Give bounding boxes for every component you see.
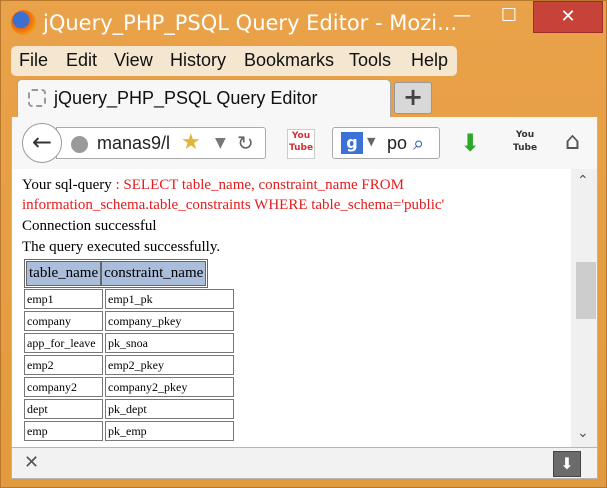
title-bar: jQuery_PHP_PSQL Query Editor - Mozi... —… (1, 1, 606, 45)
star-icon[interactable]: ★ (181, 130, 201, 155)
table-cell: emp (24, 421, 103, 441)
table-row: emp pk_emp (24, 421, 234, 441)
query-text-1: SELECT table_name, constraint_name FROM (123, 177, 404, 193)
table-cell: company2_pkey (105, 377, 234, 397)
google-icon[interactable]: g (341, 132, 363, 154)
search-engine-dropdown-icon[interactable]: ▼ (367, 135, 375, 148)
menu-bookmarks[interactable]: Bookmarks (244, 50, 334, 71)
window-title: jQuery_PHP_PSQL Query Editor - Mozi... (43, 11, 458, 35)
menu-file[interactable]: File (19, 50, 48, 71)
menu-history[interactable]: History (170, 50, 226, 71)
query-text-2: information_schema.table_constraints WHE… (22, 197, 445, 213)
table-cell: company (24, 311, 103, 331)
table-cell: emp2_pkey (105, 355, 234, 375)
close-window-button[interactable]: ✕ (533, 1, 603, 33)
table-cell: company_pkey (105, 311, 234, 331)
execution-status: The query executed successfully. (22, 239, 221, 255)
reload-icon[interactable]: ↻ (237, 131, 254, 155)
result-table: emp1 emp1_pk company company_pkey app_for_… (24, 289, 234, 443)
table-cell: pk_dept (105, 399, 234, 419)
tab-title: jQuery_PHP_PSQL Query Editor (54, 88, 318, 108)
table-row: emp2 emp2_pkey (24, 355, 234, 375)
query-separator: : (111, 177, 124, 193)
search-icon[interactable]: ⌕ (413, 131, 424, 155)
menu-edit[interactable]: Edit (66, 50, 97, 71)
back-arrow-icon[interactable]: ← (22, 123, 62, 163)
firefox-logo-icon (11, 10, 36, 35)
vertical-scrollbar[interactable]: ⌃ ⌄ (571, 169, 597, 447)
scroll-down-icon[interactable]: ⌄ (577, 425, 589, 442)
table-cell: pk_emp (105, 421, 234, 441)
youtube-icon[interactable]: You Tube (512, 129, 538, 155)
globe-icon (71, 136, 88, 153)
download-icon[interactable]: ⬇ (460, 129, 480, 157)
url-bar[interactable]: manas9/l ★ ▼ ↻ (56, 127, 266, 159)
table-row: company company_pkey (24, 311, 234, 331)
menu-help[interactable]: Help (411, 50, 448, 71)
column-header-constraint-name: constraint_name (101, 261, 207, 286)
query-label: Your sql-query (22, 177, 112, 193)
search-input[interactable]: po (387, 133, 407, 154)
connection-status: Connection successful (22, 218, 157, 234)
scrollbar-thumb[interactable] (576, 262, 596, 319)
table-cell: company2 (24, 377, 103, 397)
tab-strip: jQuery_PHP_PSQL Query Editor + (1, 79, 606, 117)
menu-bar: File Edit View History Bookmarks Tools H… (11, 46, 457, 76)
url-text[interactable]: manas9/l (97, 133, 172, 154)
table-cell: emp2 (24, 355, 103, 375)
bottom-bar: ✕ ⬇ (11, 447, 598, 479)
query-line-1: Your sql-query : SELECT table_name, cons… (22, 177, 404, 194)
table-row: company2 company2_pkey (24, 377, 234, 397)
new-tab-button[interactable]: + (394, 82, 432, 114)
table-cell: emp1 (24, 289, 103, 309)
menu-view[interactable]: View (114, 50, 153, 71)
download-arrow-icon[interactable]: ⬇ (553, 451, 581, 477)
table-cell: pk_snoa (105, 333, 234, 353)
url-dropdown-icon[interactable]: ▼ (215, 135, 226, 151)
table-cell: app_for_leave (24, 333, 103, 353)
table-cell: emp1_pk (105, 289, 234, 309)
youtube-icon[interactable]: You Tube (287, 129, 315, 159)
page-favicon-icon (28, 89, 46, 107)
column-header-table-name: table_name (26, 261, 102, 286)
table-row: dept pk_dept (24, 399, 234, 419)
maximize-button[interactable]: ☐ (486, 1, 532, 33)
minimize-button[interactable]: — (439, 1, 485, 33)
close-icon[interactable]: ✕ (24, 452, 39, 473)
scroll-up-icon[interactable]: ⌃ (577, 173, 589, 190)
table-row: emp1 emp1_pk (24, 289, 234, 309)
menu-tools[interactable]: Tools (349, 50, 391, 71)
home-icon[interactable]: ⌂ (565, 127, 580, 155)
search-box[interactable]: g ▼ po ⌕ (332, 127, 440, 159)
browser-window: jQuery_PHP_PSQL Query Editor - Mozi... —… (0, 0, 607, 488)
table-cell: dept (24, 399, 103, 419)
tab-query-editor[interactable]: jQuery_PHP_PSQL Query Editor (17, 79, 391, 117)
page-content: Your sql-query : SELECT table_name, cons… (11, 169, 598, 447)
navigation-toolbar: manas9/l ★ ▼ ↻ ← You Tube g ▼ po ⌕ ⬇ You… (11, 117, 598, 169)
result-table-header: table_name constraint_name (24, 259, 209, 288)
table-row: app_for_leave pk_snoa (24, 333, 234, 353)
